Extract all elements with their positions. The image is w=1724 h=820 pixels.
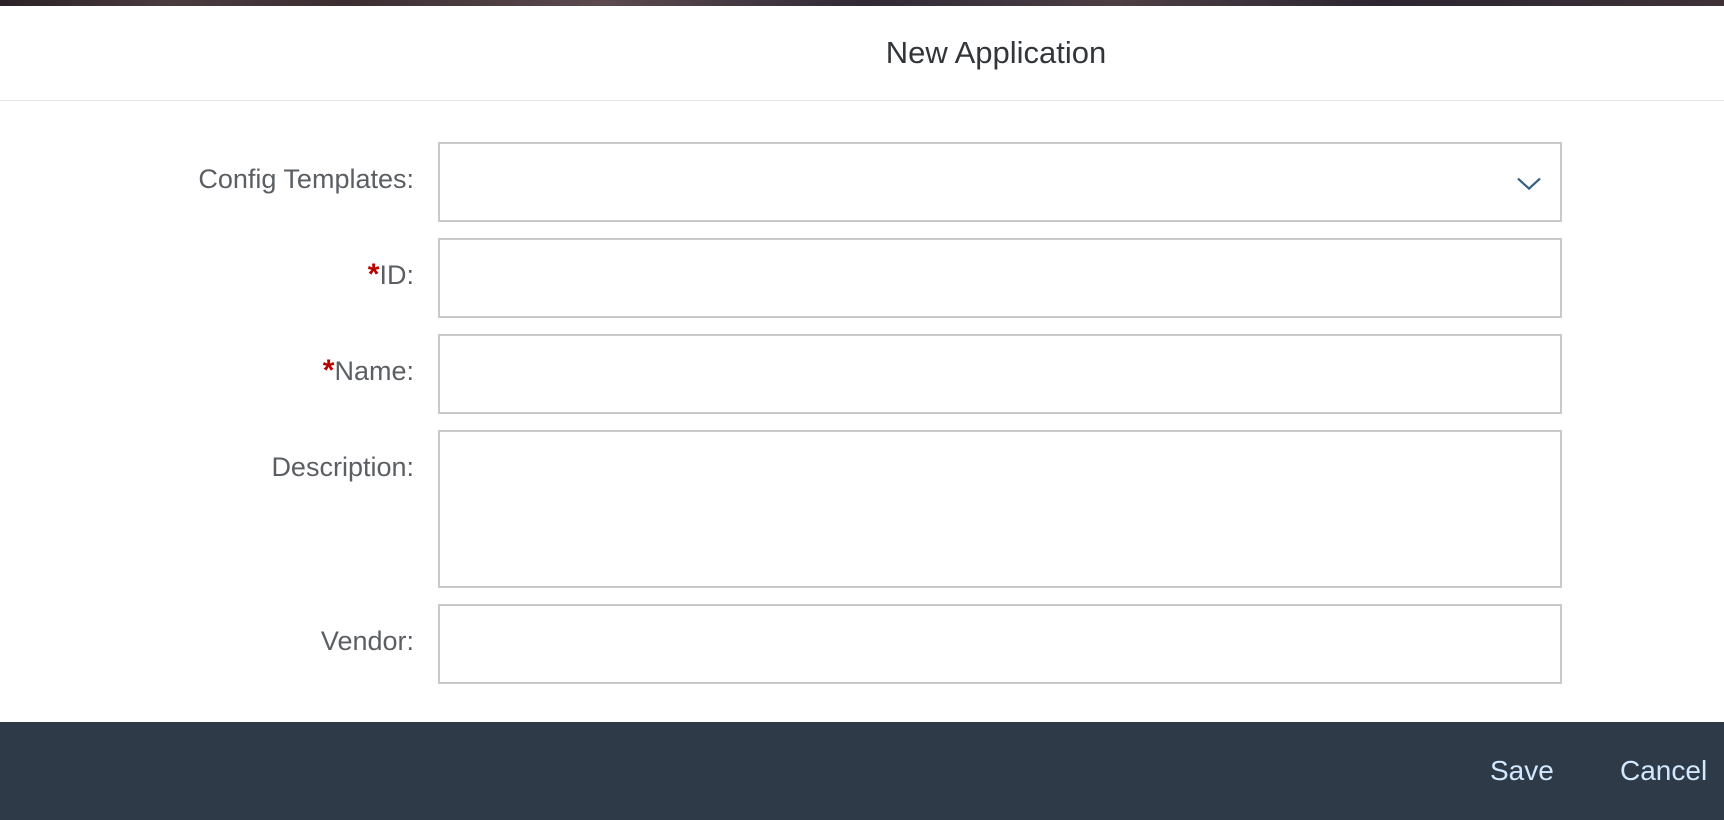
id-field[interactable] [438, 238, 1562, 318]
dialog-header: New Application [0, 6, 1724, 101]
name-field[interactable] [438, 334, 1562, 414]
config-templates-label: Config Templates: [198, 164, 414, 194]
config-templates-select[interactable] [438, 142, 1562, 222]
cancel-button[interactable]: Cancel [1620, 722, 1707, 820]
vendor-row: Vendor: [0, 604, 1724, 684]
config-templates-row: Config Templates: [0, 142, 1724, 222]
description-row: Description: [0, 430, 1724, 588]
id-label-wrap: *ID: [368, 258, 414, 292]
new-application-dialog: New Application Config Templates: *ID: *… [0, 6, 1724, 820]
required-asterisk: * [322, 354, 335, 387]
description-label: Description: [271, 452, 414, 482]
name-label: Name: [334, 356, 414, 386]
id-row: *ID: [0, 238, 1724, 318]
name-label-wrap: *Name: [323, 354, 414, 388]
description-field[interactable] [438, 430, 1562, 588]
required-asterisk: * [367, 258, 380, 291]
dialog-footer: Save Cancel [0, 722, 1724, 820]
id-input[interactable] [440, 240, 1560, 316]
id-label: ID: [379, 260, 414, 290]
save-button[interactable]: Save [1490, 722, 1554, 820]
vendor-input[interactable] [440, 606, 1560, 682]
chevron-down-icon[interactable] [1516, 176, 1542, 192]
name-row: *Name: [0, 334, 1724, 414]
description-textarea[interactable] [440, 432, 1560, 586]
dialog-title: New Application [885, 35, 1107, 70]
vendor-label: Vendor: [320, 626, 414, 656]
vendor-field[interactable] [438, 604, 1562, 684]
config-templates-value[interactable] [440, 144, 1560, 220]
name-input[interactable] [440, 336, 1560, 412]
